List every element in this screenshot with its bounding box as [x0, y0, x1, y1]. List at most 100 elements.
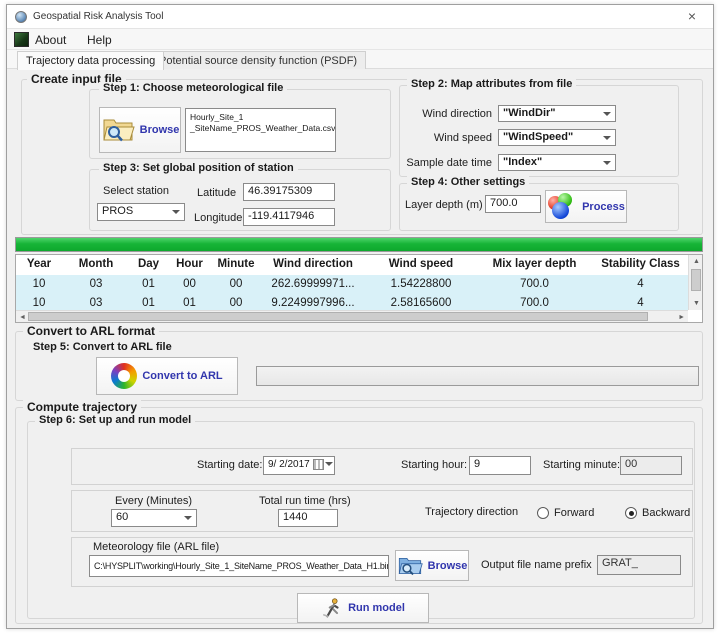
table-header-row: Year Month Day Hour Minute Wind directio…	[16, 255, 688, 275]
menu-about[interactable]: About	[35, 33, 66, 47]
browse-arl-file-button[interactable]: Browse	[395, 550, 469, 581]
browse-met-file-button[interactable]: Browse	[99, 107, 181, 153]
wind-direction-select[interactable]: "WindDir"	[498, 105, 616, 122]
backward-label: Backward	[642, 507, 690, 519]
latitude-field[interactable]: 46.39175309	[243, 183, 335, 201]
cell: 9.2249997996...	[260, 294, 366, 310]
menu-help[interactable]: Help	[87, 33, 112, 47]
col-header-minute[interactable]: Minute	[212, 255, 260, 275]
total-run-time-label: Total run time (hrs)	[259, 495, 351, 507]
starting-hour-field[interactable]: 9	[469, 456, 531, 475]
window-title: Geospatial Risk Analysis Tool	[33, 11, 163, 22]
convert-arl-title: Convert to ARL format	[23, 324, 159, 338]
sample-date-select[interactable]: "Index"	[498, 154, 616, 171]
col-header-hour[interactable]: Hour	[167, 255, 212, 275]
station-value: PROS	[102, 205, 133, 217]
cell: 00	[212, 294, 260, 310]
app-window: Geospatial Risk Analysis Tool × About He…	[6, 4, 714, 629]
cell: 00	[167, 275, 212, 294]
browse-arl-file-label: Browse	[428, 560, 468, 572]
step5-title: Step 5: Convert to ARL file	[29, 341, 176, 353]
output-prefix-label: Output file name prefix	[481, 559, 592, 571]
cell: 03	[62, 294, 130, 310]
cell: 700.0	[476, 294, 593, 310]
app-icon	[15, 11, 27, 23]
select-station-label: Select station	[103, 185, 169, 197]
cell: 01	[130, 275, 167, 294]
col-header-year[interactable]: Year	[16, 255, 62, 275]
horizontal-scrollbar[interactable]: ◄ ►	[16, 310, 688, 322]
col-header-wind-direction[interactable]: Wind direction	[260, 255, 366, 275]
starting-minute-field[interactable]: 00	[620, 456, 682, 475]
table-row[interactable]: 10 03 01 00 00 262.69999971... 1.5422880…	[16, 275, 688, 294]
col-header-mix-layer-depth[interactable]: Mix layer depth	[476, 255, 593, 275]
runner-icon	[321, 597, 343, 619]
latitude-label: Latitude	[197, 187, 236, 199]
calendar-icon	[313, 459, 324, 470]
cell: 4	[593, 275, 688, 294]
layer-depth-label: Layer depth (m)	[405, 199, 483, 211]
chevron-down-icon	[603, 136, 611, 140]
compute-trajectory-title: Compute trajectory	[23, 400, 141, 414]
convert-to-arl-button[interactable]: Convert to ARL	[96, 357, 238, 395]
col-header-stability-class[interactable]: Stability Class	[593, 255, 688, 275]
step6-title: Step 6: Set up and run model	[35, 414, 195, 426]
chevron-down-icon	[172, 210, 180, 214]
output-prefix-field[interactable]: GRAT_	[597, 555, 681, 575]
total-run-time-field[interactable]: 1440	[278, 509, 338, 527]
convert-to-arl-label: Convert to ARL	[142, 370, 222, 382]
vertical-scrollbar[interactable]: ▲ ▼	[688, 255, 702, 310]
arl-file-label: Meteorology file (ARL file)	[93, 541, 219, 553]
forward-radio[interactable]	[537, 507, 549, 519]
backward-radio[interactable]	[625, 507, 637, 519]
wind-direction-label: Wind direction	[367, 108, 492, 120]
scroll-down-icon[interactable]: ▼	[693, 300, 700, 307]
color-ring-icon	[111, 363, 137, 389]
col-header-wind-speed[interactable]: Wind speed	[366, 255, 476, 275]
wind-speed-select[interactable]: "WindSpeed"	[498, 129, 616, 146]
horizontal-scroll-thumb[interactable]	[28, 312, 648, 321]
scroll-up-icon[interactable]: ▲	[693, 258, 700, 265]
convert-progress-bar	[256, 366, 699, 386]
blue-folder-search-icon	[397, 555, 423, 577]
run-model-button[interactable]: Run model	[297, 593, 429, 623]
met-file-name-field[interactable]: Hourly_Site_1 _SiteName_PROS_Weather_Dat…	[185, 108, 336, 152]
chevron-down-icon	[325, 462, 333, 466]
met-file-name-line1: Hourly_Site_1	[190, 112, 331, 123]
every-minutes-select[interactable]: 60	[111, 509, 197, 527]
wind-direction-value: "WindDir"	[503, 107, 556, 119]
col-header-day[interactable]: Day	[130, 255, 167, 275]
tab-trajectory-data-processing[interactable]: Trajectory data processing	[17, 51, 164, 70]
station-select[interactable]: PROS	[97, 203, 185, 221]
starting-date-picker[interactable]: 9/ 2/2017	[263, 456, 335, 475]
longitude-field[interactable]: -119.4117946	[243, 208, 335, 226]
col-header-month[interactable]: Month	[62, 255, 130, 275]
tab-psdf[interactable]: Potential source density function (PSDF)	[150, 51, 366, 69]
step2-title: Step 2: Map attributes from file	[407, 78, 576, 90]
scroll-left-icon[interactable]: ◄	[19, 314, 26, 321]
process-label: Process	[582, 201, 625, 213]
chevron-down-icon	[184, 516, 192, 520]
scroll-right-icon[interactable]: ►	[678, 314, 685, 321]
starting-hour-label: Starting hour:	[401, 459, 467, 471]
vertical-scroll-thumb[interactable]	[691, 269, 701, 291]
system-menu-icon[interactable]	[14, 32, 29, 47]
processing-progress-bar	[15, 237, 703, 252]
cell: 01	[130, 294, 167, 310]
run-model-label: Run model	[348, 602, 405, 614]
folder-search-icon	[101, 116, 135, 144]
cell: 10	[16, 275, 62, 294]
sample-date-label: Sample date time	[367, 157, 492, 169]
chevron-down-icon	[603, 112, 611, 116]
menu-bar: About Help	[7, 29, 713, 50]
browse-met-file-label: Browse	[140, 124, 180, 136]
arl-file-path-field[interactable]: C:\HYSPLIT\working\Hourly_Site_1_SiteNam…	[89, 555, 389, 577]
forward-label: Forward	[554, 507, 594, 519]
tab-page: Create input file Step 1: Choose meteoro…	[7, 69, 713, 628]
close-button[interactable]: ×	[683, 8, 701, 24]
process-button[interactable]: Process	[545, 190, 627, 223]
cell: 00	[212, 275, 260, 294]
table-row[interactable]: 10 03 01 01 00 9.2249997996... 2.5816560…	[16, 294, 688, 310]
layer-depth-field[interactable]: 700.0	[485, 195, 541, 213]
cell: 2.58165600	[366, 294, 476, 310]
